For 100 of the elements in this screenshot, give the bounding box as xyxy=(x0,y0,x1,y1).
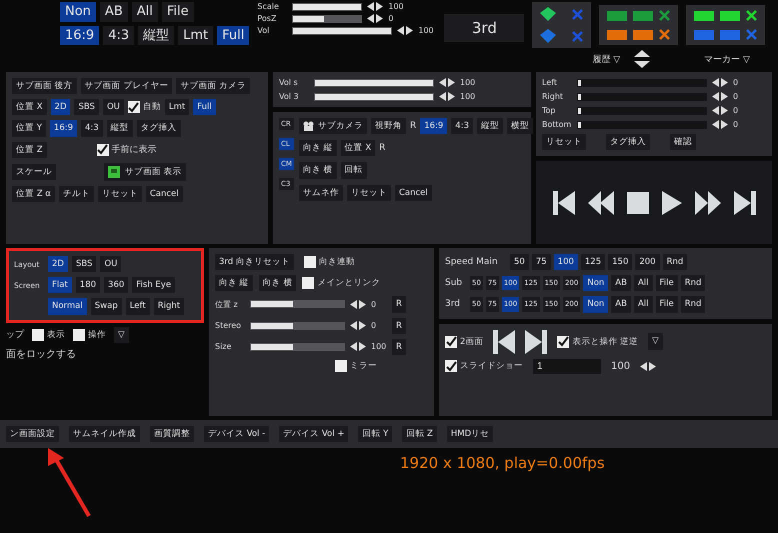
checkbox[interactable] xyxy=(445,336,457,348)
option-button[interactable]: Full xyxy=(193,99,216,116)
left-right-arrows-icon[interactable] xyxy=(712,78,728,87)
button[interactable]: 回転 Z xyxy=(402,426,437,442)
button[interactable]: サムネ作 xyxy=(298,184,343,201)
tab-button[interactable]: サブ画面 後方 xyxy=(12,78,77,94)
checkbox[interactable] xyxy=(128,101,140,114)
button[interactable]: 位置 Y xyxy=(12,120,46,137)
gem-icon[interactable] xyxy=(540,7,556,21)
button[interactable]: HMDリセ xyxy=(446,426,494,442)
option-button[interactable]: Normal xyxy=(48,298,87,315)
left-right-arrows-icon[interactable] xyxy=(712,120,728,129)
reset-button[interactable]: R xyxy=(392,318,406,334)
rewind-icon[interactable] xyxy=(588,190,614,215)
button[interactable]: 向き 縦 xyxy=(298,140,337,156)
option-button[interactable]: 16:9 xyxy=(60,26,100,46)
option-button[interactable]: 縦型 xyxy=(138,26,174,46)
option-button[interactable]: Left xyxy=(126,298,150,315)
button[interactable]: Cancel xyxy=(146,186,183,202)
option-button[interactable]: 180 xyxy=(76,277,100,294)
checkbox[interactable] xyxy=(335,360,347,372)
option-button[interactable]: Non xyxy=(583,275,608,292)
option-button[interactable]: 100 xyxy=(554,254,578,270)
checkbox[interactable] xyxy=(302,277,314,290)
button[interactable]: 向き 縦 xyxy=(215,275,253,292)
option-button[interactable]: AB xyxy=(611,296,631,313)
left-right-arrows-icon[interactable] xyxy=(640,362,656,371)
option-button[interactable]: Full xyxy=(217,26,250,46)
left-right-arrows-icon[interactable] xyxy=(397,26,414,35)
color-swatch[interactable] xyxy=(720,10,740,20)
sub-camera-button[interactable]: サブカメラ xyxy=(298,118,367,134)
option-button[interactable]: File xyxy=(162,2,194,22)
option-button[interactable]: SBS xyxy=(72,256,96,272)
skip-forward-icon[interactable] xyxy=(525,330,548,354)
left-right-arrows-icon[interactable] xyxy=(350,321,366,330)
fast-forward-icon[interactable] xyxy=(694,190,720,215)
left-right-arrows-icon[interactable] xyxy=(350,300,366,309)
left-right-arrows-icon[interactable] xyxy=(439,92,455,101)
option-button[interactable]: 縦型 xyxy=(106,120,133,137)
reset-button[interactable]: R xyxy=(392,338,406,355)
up-down-icon[interactable] xyxy=(634,50,650,68)
option-button[interactable]: Swap xyxy=(90,298,122,315)
option-button[interactable]: Non xyxy=(60,2,96,22)
x-icon[interactable] xyxy=(659,10,670,21)
option-button[interactable]: Lmt xyxy=(178,26,214,46)
button[interactable]: Rnd xyxy=(680,275,706,292)
button[interactable]: スケール xyxy=(12,164,56,180)
skip-back-icon[interactable] xyxy=(552,190,574,215)
option-button[interactable]: Fish Eye xyxy=(132,277,176,294)
gem-icon[interactable] xyxy=(540,29,556,43)
option-button[interactable]: 200 xyxy=(635,254,660,270)
left-right-arrows-icon[interactable] xyxy=(350,342,366,352)
option-button[interactable]: Right xyxy=(154,298,184,315)
option-button[interactable]: OU xyxy=(102,99,124,116)
x-icon[interactable] xyxy=(659,29,670,40)
reset-label[interactable]: R xyxy=(379,143,386,154)
option-button[interactable]: All xyxy=(132,2,158,22)
option-button[interactable]: SBS xyxy=(74,99,99,116)
option-button[interactable]: 125 xyxy=(580,254,606,270)
option-button[interactable]: 縦型 xyxy=(476,118,503,134)
option-button[interactable]: 2D xyxy=(48,256,68,272)
button[interactable]: 位置 X xyxy=(12,99,47,116)
button[interactable]: 向き 横 xyxy=(258,275,296,292)
show-sub-screen-button[interactable]: サブ画面 表示 xyxy=(104,162,186,181)
option-button[interactable]: 横型 xyxy=(506,118,533,134)
option-button[interactable]: AB xyxy=(100,2,128,22)
marker-dropdown[interactable]: マーカー ▽ xyxy=(704,52,750,66)
slider-track[interactable] xyxy=(577,120,707,128)
option-button[interactable]: 150 xyxy=(608,254,632,270)
color-swatch[interactable] xyxy=(720,30,740,40)
option-button[interactable]: AB xyxy=(611,275,631,292)
button[interactable]: 位置 Z α xyxy=(12,186,55,202)
option-button[interactable]: 16:9 xyxy=(50,120,77,137)
button[interactable]: 位置 X xyxy=(340,140,376,156)
slider-track[interactable] xyxy=(250,300,345,308)
button[interactable]: タグ挿入 xyxy=(606,134,650,150)
left-right-arrows-icon[interactable] xyxy=(439,78,455,87)
button[interactable]: デバイス Vol + xyxy=(279,426,348,442)
slider-track[interactable] xyxy=(250,342,345,351)
color-swatch[interactable] xyxy=(607,10,628,20)
interval-field[interactable]: 1 xyxy=(533,358,601,374)
button[interactable]: リセット xyxy=(346,184,391,201)
left-right-arrows-icon[interactable] xyxy=(712,92,728,101)
button[interactable]: 回転 xyxy=(340,162,367,179)
option-button[interactable]: 4:3 xyxy=(81,120,103,137)
checkbox[interactable] xyxy=(304,256,316,268)
option-button[interactable]: Non xyxy=(583,296,608,313)
tab-button[interactable]: サブ画面 プレイヤー xyxy=(80,78,172,94)
button[interactable]: 視野角 xyxy=(370,118,406,134)
reset-button[interactable]: R xyxy=(392,296,406,313)
option-button[interactable]: 4:3 xyxy=(451,118,473,134)
left-right-arrows-icon[interactable] xyxy=(367,2,384,11)
history-dropdown[interactable]: 履歴 ▽ xyxy=(592,52,620,66)
button[interactable]: リセット xyxy=(542,134,586,150)
button[interactable]: Rnd xyxy=(680,296,706,313)
color-swatch[interactable] xyxy=(694,30,714,40)
skip-back-icon[interactable] xyxy=(493,330,516,354)
checkbox[interactable] xyxy=(73,328,85,341)
color-swatch[interactable] xyxy=(694,10,714,20)
slider-track[interactable] xyxy=(577,92,707,100)
